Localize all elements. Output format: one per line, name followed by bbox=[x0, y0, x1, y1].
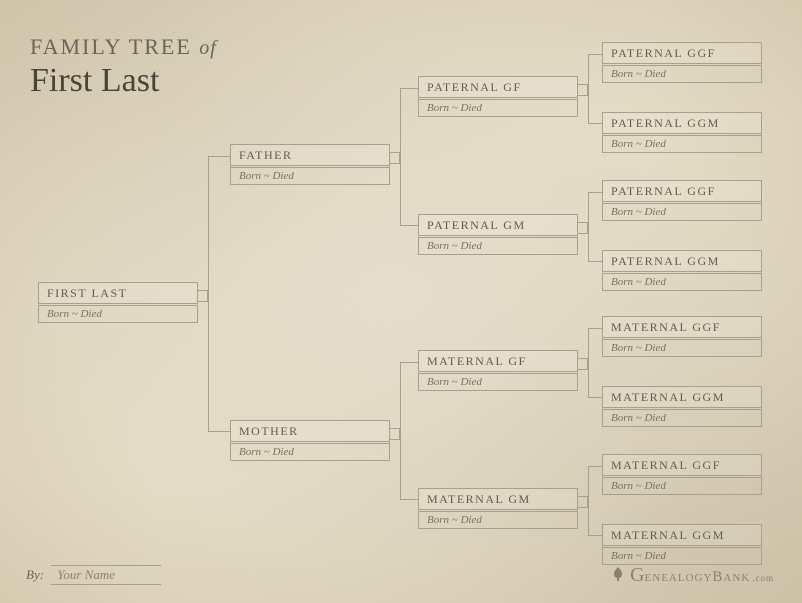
person-dates: Born ~ Died bbox=[602, 337, 762, 357]
byline-author[interactable]: Your Name bbox=[51, 565, 161, 585]
tree-icon bbox=[610, 566, 626, 587]
byline: By: Your Name bbox=[26, 565, 161, 585]
person-name: MATERNAL GGF bbox=[602, 454, 762, 476]
person-dates: Born ~ Died bbox=[418, 509, 578, 529]
brand-initial: G bbox=[630, 564, 644, 586]
person-dates: Born ~ Died bbox=[602, 201, 762, 221]
person-name: FIRST LAST bbox=[38, 282, 198, 304]
person-name: PATERNAL GF bbox=[418, 76, 578, 98]
person-name: MATERNAL GF bbox=[418, 350, 578, 372]
person-maternal-gf[interactable]: MATERNAL GF Born ~ Died bbox=[418, 350, 578, 391]
bracket-mgm bbox=[588, 466, 602, 536]
person-paternal-gf[interactable]: PATERNAL GF Born ~ Died bbox=[418, 76, 578, 117]
person-maternal-ggm-1[interactable]: MATERNAL GGM Born ~ Died bbox=[602, 386, 762, 427]
person-name: MATERNAL GGF bbox=[602, 316, 762, 338]
person-name: PATERNAL GGF bbox=[602, 42, 762, 64]
brand-tld: .com bbox=[752, 573, 774, 583]
person-dates: Born ~ Died bbox=[418, 235, 578, 255]
bracket-gen1 bbox=[208, 156, 230, 432]
person-father[interactable]: FATHER Born ~ Died bbox=[230, 144, 390, 185]
person-maternal-ggm-2[interactable]: MATERNAL GGM Born ~ Died bbox=[602, 524, 762, 565]
person-dates: Born ~ Died bbox=[230, 165, 390, 185]
bracket-mgf bbox=[588, 328, 602, 398]
person-maternal-ggf-2[interactable]: MATERNAL GGF Born ~ Died bbox=[602, 454, 762, 495]
title-prefix: FAMILY TREE of bbox=[30, 34, 217, 60]
bracket-mother bbox=[400, 362, 418, 500]
person-paternal-ggf-1[interactable]: PATERNAL GGF Born ~ Died bbox=[602, 42, 762, 83]
person-dates: Born ~ Died bbox=[602, 133, 762, 153]
person-name: PATERNAL GGM bbox=[602, 250, 762, 272]
bracket-pgm bbox=[588, 192, 602, 262]
person-mother[interactable]: MOTHER Born ~ Died bbox=[230, 420, 390, 461]
bracket-father bbox=[400, 88, 418, 226]
person-paternal-ggf-2[interactable]: PATERNAL GGF Born ~ Died bbox=[602, 180, 762, 221]
person-paternal-ggm-2[interactable]: PATERNAL GGM Born ~ Died bbox=[602, 250, 762, 291]
person-dates: Born ~ Died bbox=[602, 545, 762, 565]
person-name: PATERNAL GM bbox=[418, 214, 578, 236]
person-dates: Born ~ Died bbox=[602, 63, 762, 83]
person-name: FATHER bbox=[230, 144, 390, 166]
person-name: MATERNAL GGM bbox=[602, 386, 762, 408]
person-dates: Born ~ Died bbox=[602, 475, 762, 495]
person-dates: Born ~ Died bbox=[602, 407, 762, 427]
person-paternal-gm[interactable]: PATERNAL GM Born ~ Died bbox=[418, 214, 578, 255]
person-maternal-ggf-1[interactable]: MATERNAL GGF Born ~ Died bbox=[602, 316, 762, 357]
bracket-pgf bbox=[588, 54, 602, 124]
person-self[interactable]: FIRST LAST Born ~ Died bbox=[38, 282, 198, 323]
title-block: FAMILY TREE of First Last bbox=[30, 34, 217, 100]
person-dates: Born ~ Died bbox=[38, 303, 198, 323]
person-dates: Born ~ Died bbox=[602, 271, 762, 291]
person-dates: Born ~ Died bbox=[230, 441, 390, 461]
person-maternal-gm[interactable]: MATERNAL GM Born ~ Died bbox=[418, 488, 578, 529]
person-dates: Born ~ Died bbox=[418, 371, 578, 391]
title-of: of bbox=[199, 37, 217, 59]
person-dates: Born ~ Died bbox=[418, 97, 578, 117]
person-paternal-ggm-1[interactable]: PATERNAL GGM Born ~ Died bbox=[602, 112, 762, 153]
title-name: First Last bbox=[30, 62, 217, 100]
person-name: MATERNAL GM bbox=[418, 488, 578, 510]
title-prefix-text: FAMILY TREE bbox=[30, 34, 192, 59]
person-name: PATERNAL GGF bbox=[602, 180, 762, 202]
person-name: MOTHER bbox=[230, 420, 390, 442]
brand-logo: GenealogyBank.com bbox=[610, 564, 774, 587]
person-name: PATERNAL GGM bbox=[602, 112, 762, 134]
byline-label: By: bbox=[26, 567, 44, 582]
family-tree-sheet: FAMILY TREE of First Last FIRST LAST Bor… bbox=[0, 0, 802, 603]
person-name: MATERNAL GGM bbox=[602, 524, 762, 546]
brand-name: enealogyBank bbox=[645, 569, 751, 585]
